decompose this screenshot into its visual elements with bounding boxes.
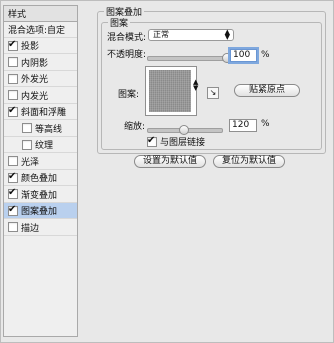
layer-style-dialog: 样式 混合选项:自定 投影内阴影外发光内发光斜面和浮雕等高线纹理光泽颜色叠加渐变… (0, 0, 334, 343)
style-item[interactable]: 等高线 (4, 121, 77, 137)
blend-mode-select[interactable]: 正常 ▲ ▼ (148, 29, 234, 41)
style-item[interactable]: 图案叠加 (4, 203, 77, 219)
style-list-title: 样式 (4, 6, 77, 22)
style-list-title-text: 样式 (8, 10, 27, 20)
pattern-swatch (149, 70, 191, 112)
style-item-checkbox[interactable] (8, 57, 18, 67)
style-item[interactable]: 内阴影 (4, 55, 77, 71)
style-item-checkbox[interactable] (8, 156, 18, 166)
style-item[interactable]: 外发光 (4, 71, 77, 87)
pattern-picker[interactable] (145, 66, 197, 116)
style-item-label: 光泽 (21, 157, 40, 168)
style-item[interactable]: 投影 (4, 38, 77, 54)
opacity-input[interactable]: 100 (230, 49, 257, 62)
link-with-layer-row[interactable]: 与图层链接 (147, 135, 205, 148)
style-item[interactable]: 斜面和浮雕 (4, 104, 77, 120)
style-item[interactable]: 纹理 (4, 137, 77, 153)
make-default-button[interactable]: 设置为默认值 (134, 155, 206, 168)
style-item-label: 等高线 (35, 124, 63, 135)
style-item-checkbox[interactable] (8, 39, 18, 51)
style-item-checkbox[interactable] (22, 139, 32, 150)
style-item-checkbox[interactable] (8, 222, 18, 232)
style-item-checkbox[interactable] (8, 171, 18, 183)
style-item-label: 投影 (21, 42, 40, 52)
style-item-label: 纹理 (35, 141, 54, 151)
style-item-label: 渐变叠加 (21, 190, 58, 201)
new-preset-icon[interactable]: ↘ (207, 87, 219, 99)
scale-value: 120 (232, 120, 250, 130)
style-item-checkbox[interactable] (8, 204, 18, 216)
style-item-label: 斜面和浮雕 (21, 108, 67, 118)
blend-options-item[interactable]: 混合选项:自定 (4, 22, 77, 38)
style-item-label: 外发光 (21, 75, 49, 85)
opacity-value: 100 (233, 50, 251, 60)
snap-to-origin-label: 贴紧原点 (248, 85, 285, 95)
scale-percent-sign: % (261, 119, 270, 129)
opacity-label: 不透明度: (107, 50, 147, 60)
link-with-layer-label: 与图层链接 (160, 138, 206, 148)
make-default-label: 设置为默认值 (142, 156, 197, 166)
style-item-label: 内发光 (21, 91, 49, 102)
blend-mode-label: 混合模式: (107, 33, 147, 43)
style-item-checkbox[interactable] (8, 90, 18, 100)
style-item-checkbox[interactable] (8, 73, 18, 84)
pattern-subgroup-title: 图案 (108, 16, 131, 29)
scale-slider-thumb[interactable] (179, 125, 189, 135)
style-item[interactable]: 渐变叠加 (4, 187, 77, 203)
style-item-checkbox[interactable] (8, 105, 18, 117)
style-item-label: 描边 (21, 223, 40, 234)
link-with-layer-checkbox[interactable] (147, 135, 157, 147)
style-item-label: 颜色叠加 (21, 174, 58, 184)
style-item-label: 图案叠加 (21, 207, 58, 217)
style-item[interactable]: 内发光 (4, 88, 77, 104)
select-arrows-icon: ▲ ▼ (224, 28, 230, 41)
opacity-slider[interactable] (147, 56, 229, 61)
reset-default-button[interactable]: 复位为默认值 (213, 155, 285, 168)
pattern-dropdown-arrow-icon[interactable]: ▲ ▼ (193, 79, 198, 92)
style-item[interactable]: 描边 (4, 220, 77, 236)
scale-label: 缩放: (124, 122, 146, 132)
blend-options-label: 混合选项:自定 (8, 26, 66, 36)
style-list: 样式 混合选项:自定 投影内阴影外发光内发光斜面和浮雕等高线纹理光泽颜色叠加渐变… (3, 5, 78, 337)
blend-mode-value: 正常 (153, 30, 169, 39)
snap-to-origin-button[interactable]: 贴紧原点 (234, 84, 300, 97)
pattern-label: 图案: (118, 90, 140, 100)
style-item-label: 内阴影 (21, 58, 49, 69)
opacity-percent-sign: % (261, 50, 270, 60)
style-item-checkbox[interactable] (22, 123, 32, 133)
scale-input[interactable]: 120 (229, 119, 257, 132)
style-item-checkbox[interactable] (8, 187, 18, 199)
reset-default-label: 复位为默认值 (221, 156, 276, 166)
style-item[interactable]: 颜色叠加 (4, 170, 77, 186)
style-item[interactable]: 光泽 (4, 154, 77, 170)
